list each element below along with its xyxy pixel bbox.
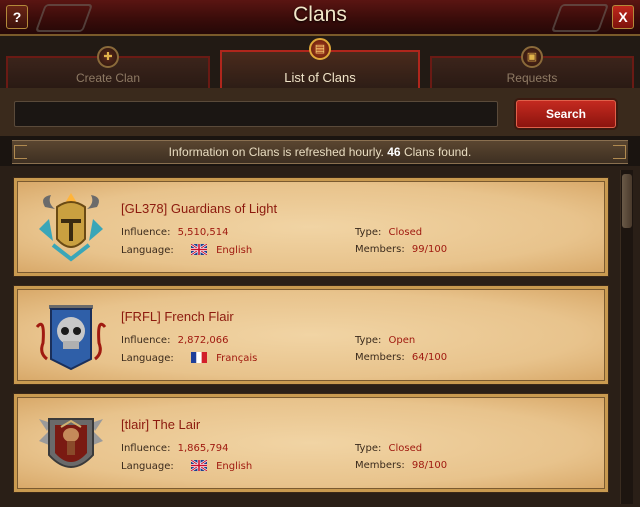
scroll-book-icon: ▤: [309, 38, 331, 60]
clan-card[interactable]: [GL378] Guardians of Light Influence: 5,…: [14, 178, 608, 276]
plus-shield-icon: ✚: [97, 46, 119, 68]
clan-name[interactable]: [FRFL] French Flair: [121, 309, 234, 324]
scrollbar[interactable]: [620, 170, 633, 504]
members-label: Members:: [355, 244, 405, 255]
type-value: Open: [388, 335, 416, 346]
clan-count: 46: [387, 145, 401, 159]
clan-name[interactable]: [GL378] Guardians of Light: [121, 201, 277, 216]
type-label: Type:: [355, 443, 382, 454]
language-value: English: [216, 245, 253, 256]
members-value: 64/100: [411, 352, 448, 363]
search-button[interactable]: Search: [516, 100, 616, 128]
clan-card[interactable]: [FRFL] French Flair Influence: 2,872,066…: [14, 286, 608, 384]
clan-list: [GL378] Guardians of Light Influence: 5,…: [0, 166, 640, 507]
members-value: 99/100: [411, 244, 448, 255]
close-button[interactable]: X: [612, 5, 634, 29]
window-title: Clans: [293, 3, 347, 26]
tab-label: Create Clan: [75, 71, 141, 85]
tab-label: List of Clans: [284, 70, 356, 85]
uk-flag-icon: [190, 460, 207, 471]
ornament-left: [14, 145, 27, 159]
type-label: Type:: [355, 227, 382, 238]
scroll-icon: ▣: [521, 46, 543, 68]
info-text-prefix: Information on Clans is refreshed hourly…: [168, 145, 384, 159]
language-label: Language:: [121, 353, 174, 364]
france-flag-icon: [190, 352, 207, 363]
tab-label: Requests: [506, 71, 558, 85]
members-label: Members:: [355, 460, 405, 471]
uk-flag-icon: [190, 244, 207, 255]
members-row: Members: 98/100: [355, 460, 447, 471]
ornament-right: [613, 145, 626, 159]
influence-label: Influence:: [121, 335, 171, 346]
info-text-suffix: Clans found.: [403, 145, 472, 159]
language-label: Language:: [121, 245, 174, 256]
members-label: Members:: [355, 352, 405, 363]
golden-helmet-crest-icon: [39, 193, 103, 262]
type-row: Type: Open: [355, 335, 415, 346]
members-row: Members: 64/100: [355, 352, 447, 363]
tab-bar: ✚ Create Clan ▤ List of Clans ▣ Requests: [0, 36, 640, 90]
influence-value: 5,510,514: [177, 227, 229, 238]
scrollbar-thumb[interactable]: [622, 174, 632, 228]
language-value: English: [216, 461, 253, 472]
members-row: Members: 99/100: [355, 244, 447, 255]
skull-banner-crest-icon: [35, 305, 107, 371]
clan-card[interactable]: [tlair] The Lair Influence: 1,865,794 La…: [14, 394, 608, 492]
language-label: Language:: [121, 461, 174, 472]
language-row: Language: English: [121, 244, 252, 256]
language-row: Language: Français: [121, 352, 257, 364]
members-value: 98/100: [411, 460, 448, 471]
language-value: Français: [216, 353, 258, 364]
influence-label: Influence:: [121, 227, 171, 238]
language-row: Language: English: [121, 460, 252, 472]
type-value: Closed: [388, 227, 423, 238]
influence-row: Influence: 5,510,514: [121, 227, 229, 238]
type-row: Type: Closed: [355, 443, 422, 454]
tab-requests[interactable]: ▣ Requests: [430, 46, 634, 88]
influence-row: Influence: 2,872,066: [121, 335, 229, 346]
tab-create-clan[interactable]: ✚ Create Clan: [6, 46, 210, 88]
type-label: Type:: [355, 335, 382, 346]
influence-value: 1,865,794: [177, 443, 229, 454]
horned-shield-crest-icon: [39, 418, 103, 468]
type-value: Closed: [388, 443, 423, 454]
search-input[interactable]: [14, 101, 498, 127]
info-bar: Information on Clans is refreshed hourly…: [12, 140, 628, 164]
type-row: Type: Closed: [355, 227, 422, 238]
tab-list-of-clans[interactable]: ▤ List of Clans: [220, 38, 420, 90]
influence-label: Influence:: [121, 443, 171, 454]
title-bar: ? Clans X: [0, 0, 640, 36]
search-row: Search: [0, 88, 640, 136]
influence-row: Influence: 1,865,794: [121, 443, 229, 454]
influence-value: 2,872,066: [177, 335, 229, 346]
clan-name[interactable]: [tlair] The Lair: [121, 417, 200, 432]
